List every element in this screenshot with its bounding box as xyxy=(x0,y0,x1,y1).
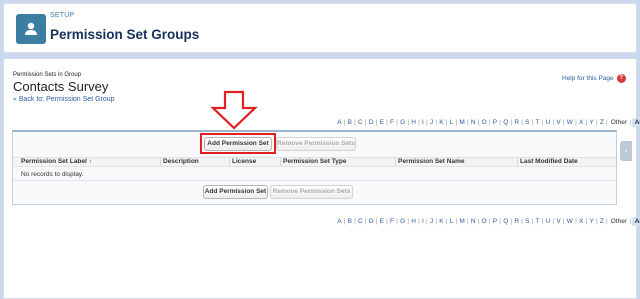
alpha-filter-letter[interactable]: F xyxy=(388,218,396,225)
alpha-filter-letter[interactable]: C xyxy=(356,119,365,126)
alpha-filter-letter[interactable]: N xyxy=(469,119,478,126)
column-header-name[interactable]: Permission Set Name xyxy=(398,157,464,167)
alpha-filter-other[interactable]: Other xyxy=(608,218,630,225)
page-title: Contacts Survey xyxy=(13,79,109,94)
column-divider xyxy=(280,158,281,166)
alpha-filter-letter[interactable]: K xyxy=(437,119,446,126)
alpha-filter-letter[interactable]: K xyxy=(437,218,446,225)
help-link-label[interactable]: Help for this Page xyxy=(562,75,614,82)
column-header-label[interactable]: Permission Set Label ↑ xyxy=(21,157,92,167)
column-divider xyxy=(160,158,161,166)
alpha-filter-letter[interactable]: J xyxy=(428,218,436,225)
alpha-filter-letter[interactable]: H xyxy=(409,218,418,225)
alpha-filter-letter[interactable]: X xyxy=(577,218,586,225)
alpha-filter-letter[interactable]: P xyxy=(491,218,500,225)
column-divider xyxy=(395,158,396,166)
column-divider xyxy=(517,158,518,166)
alpha-filter-letter[interactable]: C xyxy=(356,218,365,225)
alpha-filter-all[interactable]: All xyxy=(631,217,640,226)
alpha-filter-letter[interactable]: A xyxy=(335,119,344,126)
alpha-filter-letter[interactable]: R xyxy=(512,119,521,126)
setup-label: SETUP xyxy=(50,12,75,19)
alpha-filter-letter[interactable]: G xyxy=(398,119,407,126)
alpha-filter-letter[interactable]: P xyxy=(491,119,500,126)
alpha-filter-letter[interactable]: T xyxy=(533,119,541,126)
page-header-title: Permission Set Groups xyxy=(50,27,200,42)
alpha-filter-other[interactable]: Other xyxy=(608,119,630,126)
alphabet-filter-bottom: A | B | C | D | E | F | G | H | I | J | K | L | M | N | O | P | Q | R | S | T |… xyxy=(335,217,640,226)
alpha-filter-letter[interactable]: J xyxy=(428,119,436,126)
table-row-divider xyxy=(13,180,616,181)
alpha-filter-letter[interactable]: Z xyxy=(598,218,606,225)
side-collapse-tab[interactable]: ‹ xyxy=(620,141,632,161)
user-icon xyxy=(16,14,46,44)
alpha-filter-letter[interactable]: M xyxy=(457,119,467,126)
alpha-filter-letter[interactable]: L xyxy=(447,218,455,225)
alpha-filter-letter[interactable]: Y xyxy=(587,119,596,126)
alphabet-filter-top: A | B | C | D | E | F | G | H | I | J | K | L | M | N | O | P | Q | R | S | T |… xyxy=(335,118,640,127)
alpha-filter-letter[interactable]: H xyxy=(409,119,418,126)
help-icon[interactable]: ? xyxy=(616,74,626,83)
column-header-type[interactable]: Permission Set Type xyxy=(283,157,346,167)
remove-permission-sets-button-bottom[interactable]: Remove Permission Sets xyxy=(270,185,353,199)
column-header-last-modified[interactable]: Last Modified Date xyxy=(520,157,578,167)
alpha-filter-letter[interactable]: W xyxy=(565,119,576,126)
arrow-down-icon xyxy=(210,90,258,130)
alpha-filter-letter[interactable]: U xyxy=(543,119,552,126)
alpha-filter-letter[interactable]: W xyxy=(565,218,576,225)
alpha-filter-letter[interactable]: U xyxy=(543,218,552,225)
alpha-filter-letter[interactable]: L xyxy=(447,119,455,126)
alpha-filter-letter[interactable]: Y xyxy=(587,218,596,225)
alpha-filter-letter[interactable]: G xyxy=(398,218,407,225)
alpha-filter-letter[interactable]: Q xyxy=(501,218,510,225)
alpha-filter-letter[interactable]: B xyxy=(345,119,354,126)
alpha-filter-letter[interactable]: B xyxy=(345,218,354,225)
add-permission-set-button-top[interactable]: Add Permission Set xyxy=(204,137,272,151)
alpha-filter-letter[interactable]: Z xyxy=(598,119,606,126)
sort-ascending-icon: ↑ xyxy=(88,158,92,165)
alpha-filter-letter[interactable]: S xyxy=(523,218,532,225)
alpha-filter-letter[interactable]: X xyxy=(577,119,586,126)
alpha-filter-letter[interactable]: O xyxy=(479,119,488,126)
alpha-filter-letter[interactable]: T xyxy=(533,218,541,225)
alpha-filter-letter[interactable]: Q xyxy=(501,119,510,126)
column-header-description[interactable]: Description xyxy=(163,157,199,167)
alpha-filter-letter[interactable]: O xyxy=(479,218,488,225)
back-link[interactable]: « Back to: Permission Set Group xyxy=(13,96,115,103)
alpha-filter-letter[interactable]: D xyxy=(367,119,376,126)
alpha-filter-letter[interactable]: S xyxy=(523,119,532,126)
alpha-filter-letter[interactable]: V xyxy=(554,119,563,126)
alpha-filter-letter[interactable]: A xyxy=(335,218,344,225)
alpha-filter-letter[interactable]: V xyxy=(554,218,563,225)
alpha-filter-letter[interactable]: E xyxy=(377,119,386,126)
help-link[interactable]: Help for this Page ? xyxy=(562,74,626,83)
alpha-filter-letter[interactable]: D xyxy=(367,218,376,225)
column-header-license[interactable]: License xyxy=(232,157,256,167)
alpha-filter-letter[interactable]: R xyxy=(512,218,521,225)
empty-table-message: No records to display. xyxy=(21,171,84,178)
column-divider xyxy=(229,158,230,166)
alpha-filter-letter[interactable]: M xyxy=(457,218,467,225)
alpha-filter-letter[interactable]: N xyxy=(469,218,478,225)
add-permission-set-button-bottom[interactable]: Add Permission Set xyxy=(203,185,268,199)
remove-permission-sets-button-top[interactable]: Remove Permission Sets xyxy=(276,137,356,151)
alpha-filter-letter[interactable]: F xyxy=(388,119,396,126)
alpha-filter-letter[interactable]: E xyxy=(377,218,386,225)
alpha-filter-all[interactable]: All xyxy=(631,118,640,127)
section-subtitle: Permission Sets in Group xyxy=(13,72,82,78)
